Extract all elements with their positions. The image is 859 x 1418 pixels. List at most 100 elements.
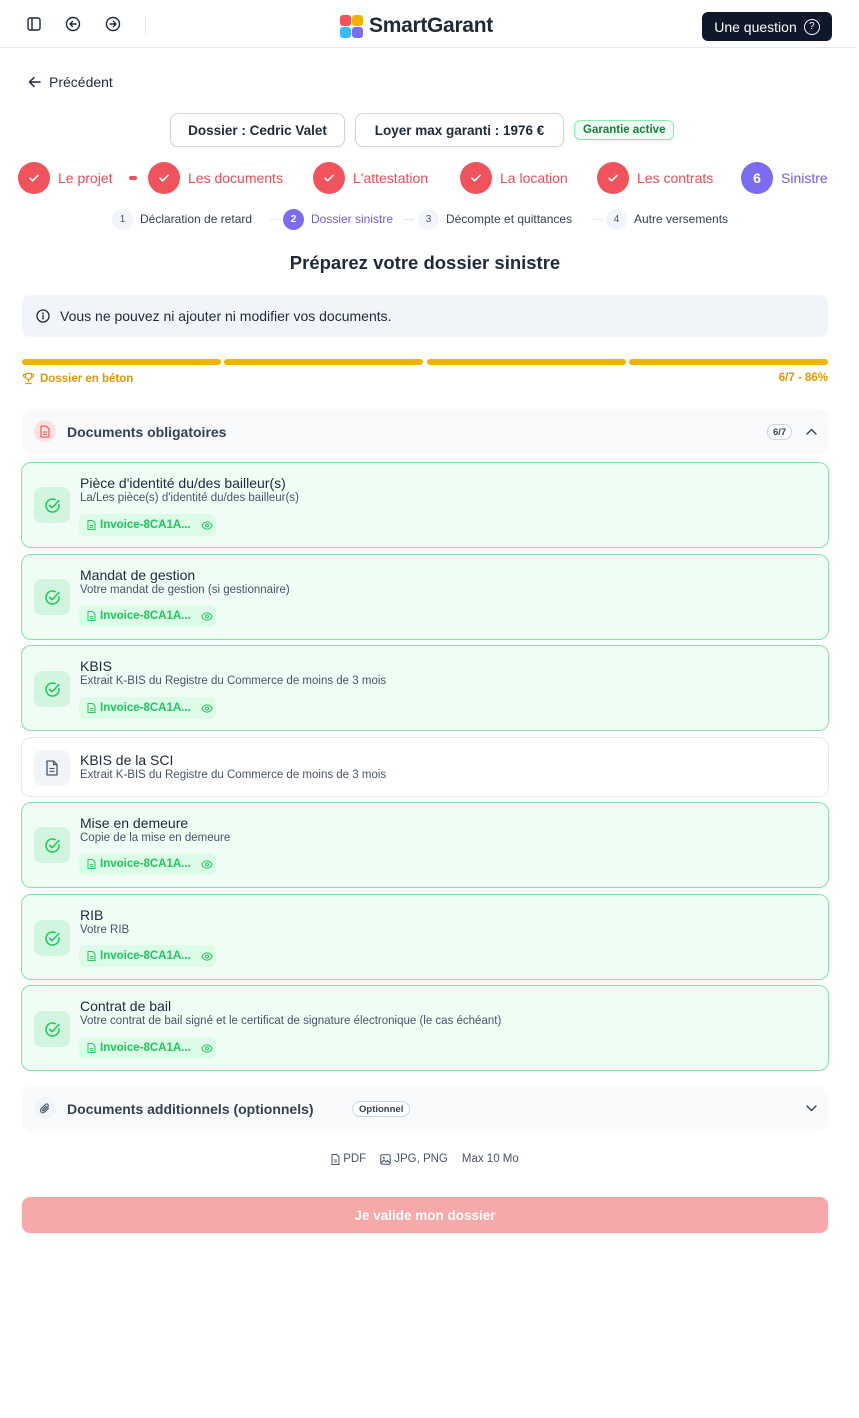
file-name: Invoice-8CA1A... [100,519,191,531]
progress-label: Dossier en béton [22,372,133,385]
substep-number: 2 [283,208,304,230]
format-max-size: Max 10 Mo [461,1153,519,1165]
doc-card-rib[interactable]: RIB Votre RIB Invoice-8CA1A... [21,894,829,980]
loyer-pill: Loyer max garanti : 1976 € [355,113,564,147]
substep-declaration[interactable]: 1 Déclaration de retard [112,208,252,230]
section-title: Documents obligatoires [67,423,227,440]
format-pdf-label: PDF [343,1153,367,1165]
check-circle-icon [34,920,70,956]
question-button[interactable]: Une question ? [702,12,832,41]
check-circle-icon [34,671,70,707]
substep-number: 1 [112,208,133,230]
file-chip[interactable]: Invoice-8CA1A... [79,945,216,967]
check-icon [597,162,629,194]
toolbar-divider [145,16,146,34]
page-title: Préparez votre dossier sinistre [289,252,561,273]
doc-description: Votre contrat de bail signé et le certif… [80,1015,502,1027]
file-chip[interactable]: Invoice-8CA1A... [79,853,216,875]
eye-icon[interactable] [200,703,213,713]
step-label: Les contrats [637,170,714,186]
back-arrow-icon[interactable] [63,14,83,34]
file-name: Invoice-8CA1A... [100,858,191,870]
section-count: 6/7 [767,424,793,440]
forward-arrow-icon[interactable] [103,14,123,34]
document-red-icon [34,420,56,442]
doc-card-kbis[interactable]: KBIS Extrait K-BIS du Registre du Commer… [21,645,829,731]
image-icon [380,1153,391,1165]
back-link[interactable]: Précédent [28,74,113,90]
step-sinistre[interactable]: 6 Sinistre [741,162,828,194]
doc-card-mise-en-demeure[interactable]: Mise en demeure Copie de la mise en deme… [21,802,829,888]
doc-description: Votre RIB [80,924,130,936]
arrow-left-icon [28,76,41,88]
doc-card-contrat-bail[interactable]: Contrat de bail Votre contrat de bail si… [21,985,829,1071]
step-number: 6 [741,162,773,194]
dossier-pill: Dossier : Cedric Valet [170,113,345,147]
file-chip[interactable]: Invoice-8CA1A... [79,697,216,719]
format-pdf: PDF [331,1153,366,1165]
step-le-projet[interactable]: Le projet [18,162,112,194]
check-icon [460,162,492,194]
chevron-down-icon[interactable] [804,1101,818,1115]
format-images: JPG, PNG [380,1153,448,1165]
submit-button[interactable]: Je valide mon dossier [22,1197,828,1233]
substep-connector [270,219,280,220]
file-chip[interactable]: Invoice-8CA1A... [79,605,216,627]
substep-dossier-sinistre[interactable]: 2 Dossier sinistre [283,208,393,230]
optional-docs-header[interactable]: Documents additionnels (optionnels) Opti… [22,1086,828,1131]
step-la-location[interactable]: La location [460,162,568,194]
progress-segment [427,359,626,365]
progress-segment [224,359,423,365]
substep-connector [404,219,414,220]
brand-logo[interactable]: SmartGarant [340,14,493,38]
check-circle-icon [34,579,70,615]
eye-icon[interactable] [200,611,213,621]
check-circle-icon [34,1011,70,1047]
eye-icon[interactable] [200,1043,213,1053]
file-chip[interactable]: Invoice-8CA1A... [79,1037,216,1059]
doc-name: Mise en demeure [80,815,189,831]
check-icon [18,162,50,194]
file-name: Invoice-8CA1A... [100,950,191,962]
doc-name: RIB [80,907,104,923]
doc-name: KBIS de la SCI [80,752,174,768]
step-les-documents[interactable]: Les documents [148,162,283,194]
step-label: Le projet [58,170,113,186]
substep-autre-versements[interactable]: 4 Autre versements [606,208,728,230]
back-label: Précédent [49,74,113,90]
doc-card-piece-identite[interactable]: Pièce d'identité du/des bailleur(s) La/L… [21,462,829,548]
substep-number: 3 [418,208,439,230]
doc-card-kbis-sci[interactable]: KBIS de la SCI Extrait K-BIS du Registre… [21,737,829,797]
substep-label: Dossier sinistre [311,212,394,226]
file-icon [87,951,96,961]
eye-icon[interactable] [200,951,213,961]
step-attestation[interactable]: L'attestation [313,162,428,194]
step-label: Sinistre [781,170,828,186]
file-name: Invoice-8CA1A... [100,610,191,622]
substep-label: Décompte et quittances [446,212,573,226]
substep-connector [592,219,603,220]
substep-decompte[interactable]: 3 Décompte et quittances [418,208,572,230]
step-connector [129,176,137,180]
sidebar-toggle-icon[interactable] [24,14,44,34]
file-chip[interactable]: Invoice-8CA1A... [79,514,216,536]
required-docs-header[interactable]: Documents obligatoires 6/7 [22,409,828,454]
eye-icon[interactable] [200,520,213,530]
top-bar: SmartGarant Une question ? [0,0,855,48]
eye-icon[interactable] [200,859,213,869]
info-icon [36,309,50,323]
substep-label: Autre versements [634,212,729,226]
chevron-up-icon[interactable] [804,424,818,438]
step-les-contrats[interactable]: Les contrats [597,162,713,194]
substep-label: Déclaration de retard [140,212,253,226]
info-alert: Vous ne pouvez ni ajouter ni modifier vo… [22,295,828,337]
check-circle-icon [34,487,70,523]
progress-segment [629,359,828,365]
step-label: L'attestation [353,170,429,186]
file-icon [87,611,96,621]
progress-segment [22,359,221,365]
file-icon [87,1043,96,1053]
progress-summary: 6/7 - 86% [778,372,828,384]
doc-card-mandat-gestion[interactable]: Mandat de gestion Votre mandat de gestio… [21,554,829,640]
doc-name: Mandat de gestion [80,567,196,583]
